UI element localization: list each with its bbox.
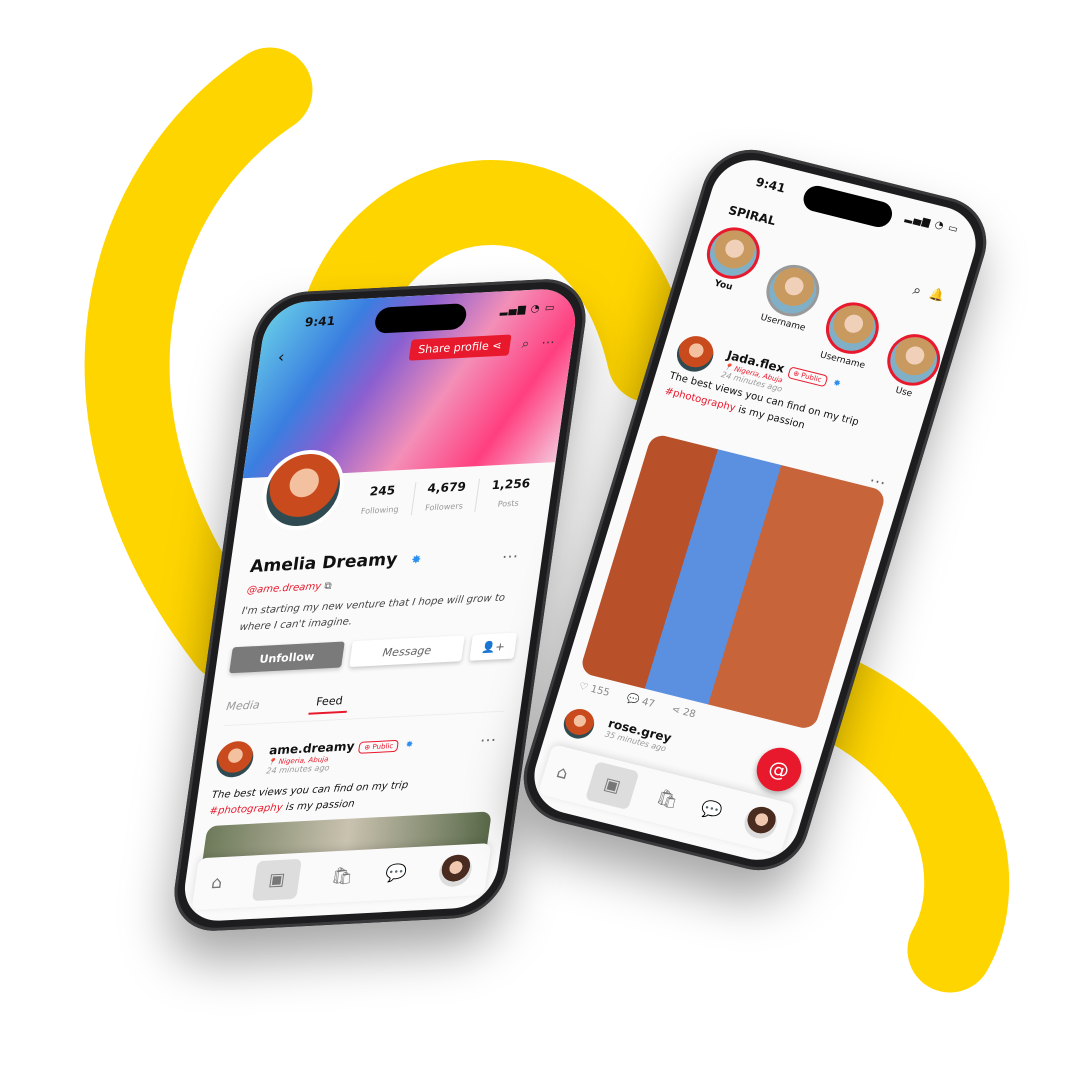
spiral-icon: @ xyxy=(765,755,793,784)
visibility-label: Public xyxy=(371,742,394,752)
story-avatar xyxy=(700,221,767,285)
spiral-create-button[interactable]: @ xyxy=(751,743,807,796)
profile-name-row: Amelia Dreamy ✸ xyxy=(248,548,423,578)
heart-icon: ♡ xyxy=(577,680,590,694)
back-icon[interactable]: ‹ xyxy=(277,347,286,366)
comment-count: 47 xyxy=(640,696,656,711)
tab-media[interactable]: Media xyxy=(225,698,260,719)
like-count: 155 xyxy=(589,683,611,699)
shop-icon[interactable]: 🛍 xyxy=(654,787,681,811)
post-image[interactable] xyxy=(579,432,888,731)
profile-name: Amelia Dreamy xyxy=(248,549,399,578)
shop-icon[interactable]: 🛍 xyxy=(330,866,355,887)
add-user-icon: 👤+ xyxy=(480,639,506,654)
profile-more-icon[interactable]: ⋯ xyxy=(501,546,520,566)
stat-followers[interactable]: 4,679 Followers xyxy=(410,478,480,516)
share-button[interactable]: ⋖ 28 xyxy=(670,704,697,720)
profile-handle: @ame.dreamy xyxy=(246,581,322,597)
stat-following[interactable]: 245 Following xyxy=(347,482,415,518)
story-avatar xyxy=(759,259,826,322)
post-text-line2: is my passion xyxy=(284,798,356,814)
comment-button[interactable]: 💬 47 xyxy=(625,693,656,710)
feed-icon[interactable]: ▣ xyxy=(584,761,640,811)
add-friend-button[interactable]: 👤+ xyxy=(469,632,518,661)
status-time: 9:41 xyxy=(303,313,337,330)
stat-label: Followers xyxy=(424,501,464,513)
post-more-icon[interactable]: ⋯ xyxy=(479,730,498,750)
post-text-line: The best views you can find on my trip xyxy=(210,779,409,802)
copy-icon[interactable]: ⧉ xyxy=(324,581,333,592)
story-label: You xyxy=(713,278,734,293)
nav-profile-avatar[interactable] xyxy=(740,803,781,842)
share-profile-label: Share profile xyxy=(417,339,490,357)
nav-profile-avatar[interactable] xyxy=(436,853,474,888)
dynamic-island xyxy=(373,303,468,334)
stat-value: 245 xyxy=(368,483,397,499)
story-avatar xyxy=(819,296,886,360)
tab-feed[interactable]: Feed xyxy=(308,693,350,715)
verified-badge-icon: ✸ xyxy=(410,552,423,567)
spiral-tail xyxy=(797,657,1010,993)
post-avatar[interactable] xyxy=(560,705,598,742)
stat-posts[interactable]: 1,256 Posts xyxy=(474,475,544,512)
public-badge: ⊕ Public xyxy=(358,739,400,754)
chat-icon[interactable]: 💬 xyxy=(698,798,724,822)
story-avatar xyxy=(880,328,947,392)
profile-bio: I'm starting my new venture that I hope … xyxy=(238,592,506,633)
stat-value: 4,679 xyxy=(426,479,467,496)
search-icon[interactable]: ⌕ xyxy=(521,336,530,351)
visibility-label: Public xyxy=(800,371,823,385)
home-icon[interactable]: ⌂ xyxy=(210,873,224,894)
stat-label: Following xyxy=(360,504,400,516)
home-icon[interactable]: ⌂ xyxy=(554,762,570,784)
app-name: SPIRAL xyxy=(726,203,778,229)
verified-badge-icon: ✸ xyxy=(831,378,842,390)
message-button[interactable]: Message xyxy=(349,635,465,668)
post-avatar[interactable] xyxy=(214,740,256,779)
comment-icon: 💬 xyxy=(625,692,641,707)
stat-label: Posts xyxy=(497,498,520,509)
share-icon: ⋖ xyxy=(670,704,682,717)
unfollow-button[interactable]: Unfollow xyxy=(229,641,345,674)
status-icons: ▂▄▆ ◔ ▭ xyxy=(903,211,961,236)
dynamic-island xyxy=(800,183,896,230)
story-label: Username xyxy=(759,312,807,334)
share-count: 28 xyxy=(681,706,697,721)
more-icon[interactable]: ⋯ xyxy=(540,335,555,351)
status-time: 9:41 xyxy=(754,174,788,196)
chat-icon[interactable]: 💬 xyxy=(384,863,408,884)
share-icon: ⋖ xyxy=(491,338,503,353)
like-button[interactable]: ♡ 155 xyxy=(577,681,611,699)
post-hashtag[interactable]: #photography xyxy=(209,802,284,817)
stat-value: 1,256 xyxy=(490,476,532,493)
verified-badge-icon: ✸ xyxy=(404,740,414,751)
feed-icon[interactable]: ▣ xyxy=(251,858,302,902)
